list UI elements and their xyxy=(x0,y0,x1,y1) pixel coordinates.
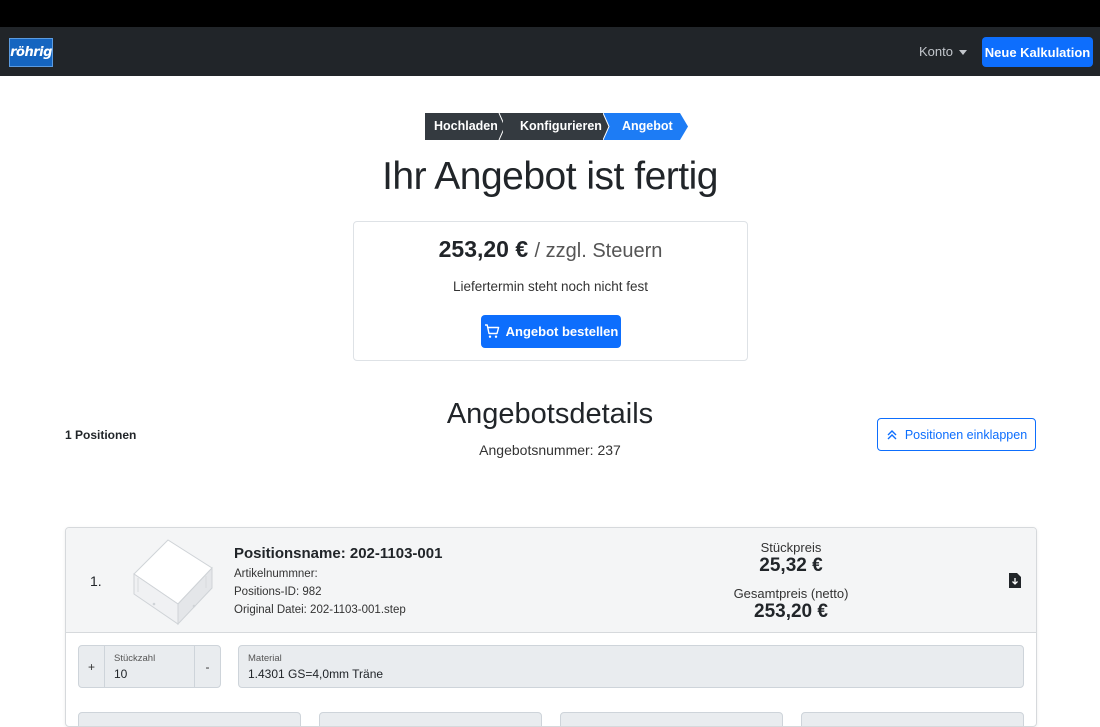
new-calculation-button[interactable]: Neue Kalkulation xyxy=(982,37,1093,67)
step-chevron-icon xyxy=(603,113,610,140)
position-header: 1. Positionsname: 202-1103-001 Artikelnu… xyxy=(66,528,1036,633)
part-thumbnail[interactable] xyxy=(120,532,220,628)
quantity-increase-button[interactable]: + xyxy=(79,646,105,687)
page-title: Ihr Angebot ist fertig xyxy=(382,155,718,198)
double-chevron-up-icon xyxy=(887,429,897,439)
quantity-label: Stückzahl xyxy=(114,653,156,664)
account-dropdown[interactable]: Konto xyxy=(919,44,967,59)
position-index: 1. xyxy=(90,573,102,589)
navbar: röhrig Konto Neue Kalkulation xyxy=(0,27,1100,76)
position-name: Positionsname: 202-1103-001 xyxy=(234,545,443,562)
account-dropdown-label: Konto xyxy=(919,44,953,59)
total-price: 253,20 € xyxy=(438,236,529,262)
brand-logo[interactable]: röhrig xyxy=(9,38,53,67)
order-offer-button[interactable]: Angebot bestellen xyxy=(481,315,621,348)
step-upload: Hochladen xyxy=(425,113,509,140)
quantity-field[interactable]: Stückzahl 10 xyxy=(105,646,194,687)
quantity-stepper: + Stückzahl 10 - xyxy=(78,645,221,688)
tax-note: / zzgl. Steuern xyxy=(534,240,663,262)
unit-price: 25,32 € xyxy=(759,555,823,576)
step-label: Angebot xyxy=(622,119,673,133)
position-total-price: 253,20 € xyxy=(754,601,828,622)
option-field-stub[interactable] xyxy=(560,712,783,726)
unit-price-block: Stückpreis 25,32 € xyxy=(706,540,876,577)
cart-icon xyxy=(484,324,499,338)
option-field-stub[interactable] xyxy=(78,712,301,726)
unit-price-label: Stückpreis xyxy=(760,540,822,555)
position-id: Positions-ID: 982 xyxy=(234,586,322,598)
collapse-positions-button[interactable]: Positionen einklappen xyxy=(877,418,1036,451)
total-price-block: Gesamtpreis (netto) 253,20 € xyxy=(706,586,876,623)
step-offer: Angebot xyxy=(603,113,688,140)
step-label: Konfigurieren xyxy=(520,119,602,133)
quantity-value: 10 xyxy=(114,667,128,681)
caret-down-icon xyxy=(958,50,967,56)
collapse-positions-label: Positionen einklappen xyxy=(904,427,1028,442)
article-number: Artikelnummner: xyxy=(234,568,318,580)
step-configure: Konfigurieren xyxy=(503,113,603,140)
delivery-date-note: Liefertermin steht noch nicht fest xyxy=(452,279,649,294)
order-offer-label: Angebot bestellen xyxy=(505,324,619,339)
option-field-stub[interactable] xyxy=(319,712,542,726)
progress-stepper: Hochladen Konfigurieren Angebot xyxy=(425,113,688,140)
offer-summary-card: 253,20 € / zzgl. Steuern Liefertermin st… xyxy=(353,221,748,361)
top-black-strip xyxy=(0,0,1100,27)
material-value: 1.4301 GS=4,0mm Träne xyxy=(248,667,384,681)
option-field-stub[interactable] xyxy=(801,712,1024,726)
step-arrow-tip-icon xyxy=(678,113,688,140)
total-price-line: 253,20 € / zzgl. Steuern xyxy=(354,236,747,263)
position-card: 1. Positionsname: 202-1103-001 Artikelnu… xyxy=(65,527,1037,727)
file-download-icon[interactable] xyxy=(1009,573,1021,588)
material-label: Material xyxy=(248,653,282,664)
material-field[interactable]: Material 1.4301 GS=4,0mm Träne xyxy=(238,645,1024,688)
quantity-decrease-button[interactable]: - xyxy=(194,646,220,687)
original-file: Original Datei: 202-1103-001.step xyxy=(234,604,406,616)
total-price-label: Gesamtpreis (netto) xyxy=(733,586,849,601)
step-label: Hochladen xyxy=(434,119,498,133)
